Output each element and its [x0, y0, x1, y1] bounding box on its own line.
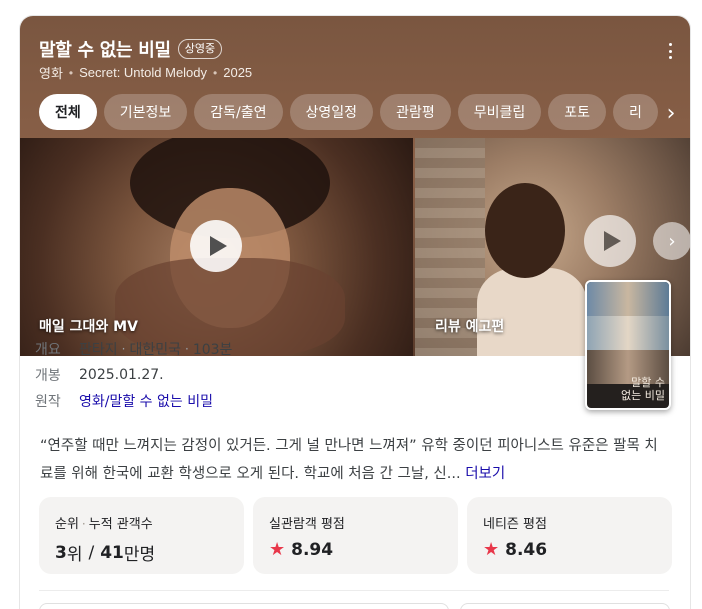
info-key: 개봉 [35, 368, 61, 384]
more-link[interactable]: 더보기 [465, 466, 505, 482]
movie-poster[interactable]: 말할 수 없는 비밀 [585, 280, 671, 410]
stat-netizen-rating[interactable]: 네티즌 평점 ★ 8.46 [467, 497, 672, 574]
original-work-link[interactable]: 영화/말할 수 없는 비밀 [79, 391, 213, 411]
video-title: 리뷰 예고편 [435, 319, 505, 335]
separator-dot: · [185, 342, 189, 356]
synopsis-text: “연주할 때만 느껴지는 감정이 있거든. 그게 널 만나면 느껴져” 유학 중… [40, 438, 658, 482]
status-badge: 상영중 [177, 39, 223, 59]
separator-dot: • [68, 65, 74, 80]
rank-value: 3 [55, 542, 67, 563]
stat-value: ★ 8.94 [269, 540, 442, 560]
stat-value: ★ 8.46 [483, 540, 656, 560]
title-row: 말할 수 없는 비밀 상영중 [39, 36, 223, 62]
poster-title: 말할 수 없는 비밀 [621, 376, 665, 402]
stat-rank-audience[interactable]: 순위 · 누적 관객수 3 위/41 만명 [39, 497, 244, 574]
movie-info: 개요 판타지 · 대한민국 · 103분 개봉 2025.01.27. 원작 영… [35, 336, 555, 414]
play-icon[interactable] [584, 215, 636, 267]
genre-value: 판타지 [79, 342, 118, 358]
synopsis: “연주할 때만 느껴지는 감정이 있거든. 그게 널 만나면 느껴져” 유학 중… [40, 432, 665, 488]
chevron-right-icon[interactable]: › [660, 103, 682, 126]
video-thumbnail-mv[interactable]: 매일 그대와 MV [20, 138, 413, 356]
stats-row: 순위 · 누적 관객수 3 위/41 만명 실관람객 평점 ★ 8.94 네티즌 평점 ★… [39, 497, 672, 574]
netizen-rating-value: 8.46 [505, 540, 548, 560]
stat-real-rating[interactable]: 실관람객 평점 ★ 8.94 [253, 497, 458, 574]
category-label: 영화 [39, 66, 63, 81]
star-icon: ★ [269, 539, 286, 560]
audience-value: 41 [100, 542, 124, 563]
tab-basic-info[interactable]: 기본정보 [103, 94, 188, 130]
next-section-card [39, 603, 449, 609]
stat-label: 순위 · 누적 관객수 [55, 517, 153, 532]
movie-title[interactable]: 말할 수 없는 비밀 [39, 36, 171, 62]
tab-reviews[interactable]: 관람평 [380, 94, 451, 130]
release-year: 2025 [223, 65, 253, 80]
real-rating-value: 8.94 [291, 540, 334, 560]
next-section-card [460, 603, 670, 609]
info-key: 원작 [35, 394, 61, 410]
tab-partial[interactable]: 리 [613, 94, 658, 130]
info-row-overview: 개요 판타지 · 대한민국 · 103분 [35, 336, 555, 362]
info-row-release: 개봉 2025.01.27. [35, 362, 555, 388]
release-date-value: 2025.01.27. [79, 367, 164, 383]
chevron-right-icon[interactable]: › [653, 222, 690, 260]
tab-movie-clips[interactable]: 무비클립 [457, 94, 542, 130]
tab-photos[interactable]: 포토 [548, 94, 607, 130]
tab-bar: 전체 기본정보 감독/출연 상영일정 관람평 무비클립 포토 리 [39, 94, 659, 130]
star-icon: ★ [483, 539, 500, 560]
separator-dot: · [121, 342, 126, 356]
country-value: 대한민국 [129, 342, 181, 358]
stat-value: 3 위/41 만명 [55, 542, 156, 566]
english-title: Secret: Untold Melody [79, 65, 208, 80]
info-key: 개요 [35, 342, 61, 358]
video-title: 매일 그대와 MV [39, 319, 138, 335]
runtime-value: 103분 [192, 342, 233, 358]
tab-all[interactable]: 전체 [39, 94, 97, 130]
tab-director-cast[interactable]: 감독/출연 [194, 94, 283, 130]
stat-label: 실관람객 평점 [269, 517, 345, 532]
divider [39, 590, 669, 591]
movie-subtitle: 영화 • Secret: Untold Melody • 2025 [39, 63, 252, 82]
play-icon[interactable] [190, 220, 242, 272]
more-vert-icon[interactable] [662, 42, 678, 60]
tab-showtimes[interactable]: 상영일정 [289, 94, 374, 130]
stat-label: 네티즌 평점 [483, 517, 547, 532]
info-row-original: 원작 영화/말할 수 없는 비밀 [35, 388, 555, 414]
separator-dot: • [213, 65, 218, 80]
